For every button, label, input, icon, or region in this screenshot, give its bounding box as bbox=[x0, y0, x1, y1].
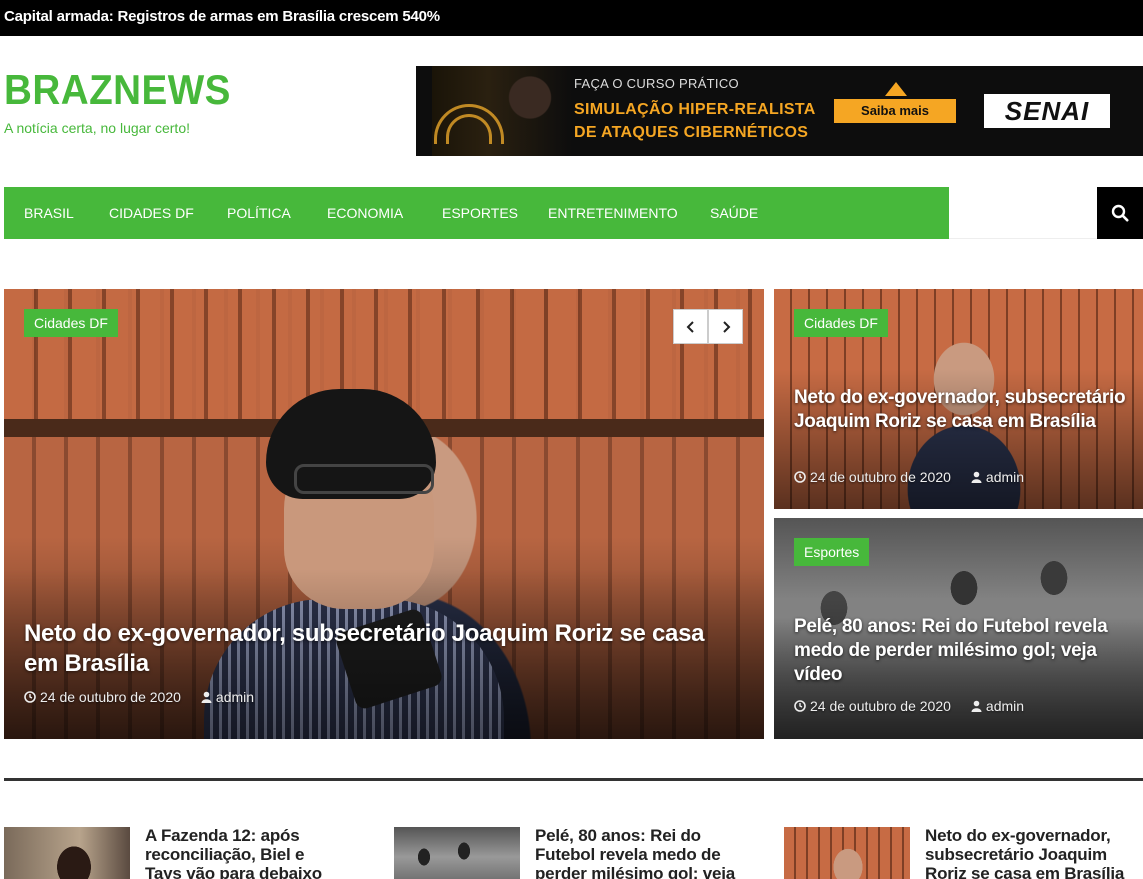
section-divider bbox=[4, 778, 1143, 781]
site-logo[interactable]: BRAZNEWS bbox=[4, 66, 231, 114]
side-post-title[interactable]: Neto do ex-governador, subsecretário Joa… bbox=[794, 386, 1134, 434]
nav-item-entretenimento[interactable]: ENTRETENIMENTO bbox=[548, 187, 678, 239]
post-title[interactable]: Neto do ex-governador, subsecretário Joa… bbox=[925, 826, 1125, 879]
post-thumbnail[interactable] bbox=[4, 827, 130, 879]
side-post-title[interactable]: Pelé, 80 anos: Rei do Futebol revela med… bbox=[794, 615, 1134, 687]
slider-next-button[interactable] bbox=[708, 309, 743, 344]
featured-title[interactable]: Neto do ex-governador, subsecretário Joa… bbox=[24, 619, 744, 679]
post-date: 24 de outubro de 2020 bbox=[40, 689, 181, 705]
category-tag[interactable]: Esportes bbox=[794, 538, 870, 566]
search-input[interactable] bbox=[949, 187, 1097, 239]
post-date: 24 de outubro de 2020 bbox=[810, 469, 951, 485]
nav-item-politica[interactable]: POLÍTICA bbox=[227, 187, 291, 239]
banner-headline-line: DE ATAQUES CIBERNÉTICOS bbox=[574, 124, 809, 141]
search-icon bbox=[1111, 204, 1129, 222]
post-author[interactable]: admin bbox=[986, 698, 1024, 714]
clock-icon bbox=[24, 691, 36, 703]
post-thumbnail[interactable] bbox=[394, 827, 520, 879]
banner-headline-line: SIMULAÇÃO HIPER-REALISTA bbox=[574, 101, 816, 118]
user-icon bbox=[201, 691, 212, 703]
nav-item-saude[interactable]: SAÚDE bbox=[710, 187, 758, 239]
site-tagline: A notícia certa, no lugar certo! bbox=[4, 120, 190, 136]
banner-headline: SIMULAÇÃO HIPER-REALISTA DE ATAQUES CIBE… bbox=[574, 98, 816, 144]
search-button[interactable] bbox=[1097, 187, 1143, 239]
nav-item-brasil[interactable]: BRASIL bbox=[24, 187, 74, 239]
post-author[interactable]: admin bbox=[986, 469, 1024, 485]
post-meta: 24 de outubro de 2020 admin bbox=[794, 469, 1024, 485]
banner-brand-logo: SENAI bbox=[984, 94, 1110, 128]
banner-subheading: FAÇA O CURSO PRÁTICO bbox=[574, 76, 739, 91]
breaking-news-ticker: Capital armada: Registros de armas em Br… bbox=[0, 0, 1143, 36]
category-tag[interactable]: Cidades DF bbox=[794, 309, 888, 337]
banner-cta-button[interactable]: Saiba mais bbox=[834, 99, 956, 123]
category-tag[interactable]: Cidades DF bbox=[24, 309, 118, 337]
post-title[interactable]: Pelé, 80 anos: Rei do Futebol revela med… bbox=[535, 826, 735, 879]
chevron-left-icon bbox=[686, 320, 694, 333]
nav-item-economia[interactable]: ECONOMIA bbox=[327, 187, 403, 239]
user-icon bbox=[971, 700, 982, 712]
user-icon bbox=[971, 471, 982, 483]
post-date: 24 de outubro de 2020 bbox=[810, 698, 951, 714]
slide-photo-detail bbox=[294, 464, 434, 494]
clock-icon bbox=[794, 471, 806, 483]
ad-banner[interactable]: FAÇA O CURSO PRÁTICO SIMULAÇÃO HIPER-REA… bbox=[416, 66, 1143, 156]
post-meta: 24 de outubro de 2020 admin bbox=[24, 689, 254, 705]
post-thumbnail[interactable] bbox=[784, 827, 910, 879]
clock-icon bbox=[794, 700, 806, 712]
slider-prev-button[interactable] bbox=[673, 309, 708, 344]
post-title[interactable]: A Fazenda 12: após reconciliação, Biel e… bbox=[145, 826, 345, 879]
main-nav: BRASIL CIDADES DF POLÍTICA ECONOMIA ESPO… bbox=[4, 187, 949, 239]
ticker-headline-link[interactable]: Capital armada: Registros de armas em Br… bbox=[4, 8, 440, 25]
nav-item-esportes[interactable]: ESPORTES bbox=[442, 187, 518, 239]
chevron-right-icon bbox=[722, 320, 730, 333]
post-meta: 24 de outubro de 2020 admin bbox=[794, 698, 1024, 714]
nav-item-cidades-df[interactable]: CIDADES DF bbox=[109, 187, 194, 239]
banner-arrow-icon bbox=[885, 82, 907, 96]
post-author[interactable]: admin bbox=[216, 689, 254, 705]
